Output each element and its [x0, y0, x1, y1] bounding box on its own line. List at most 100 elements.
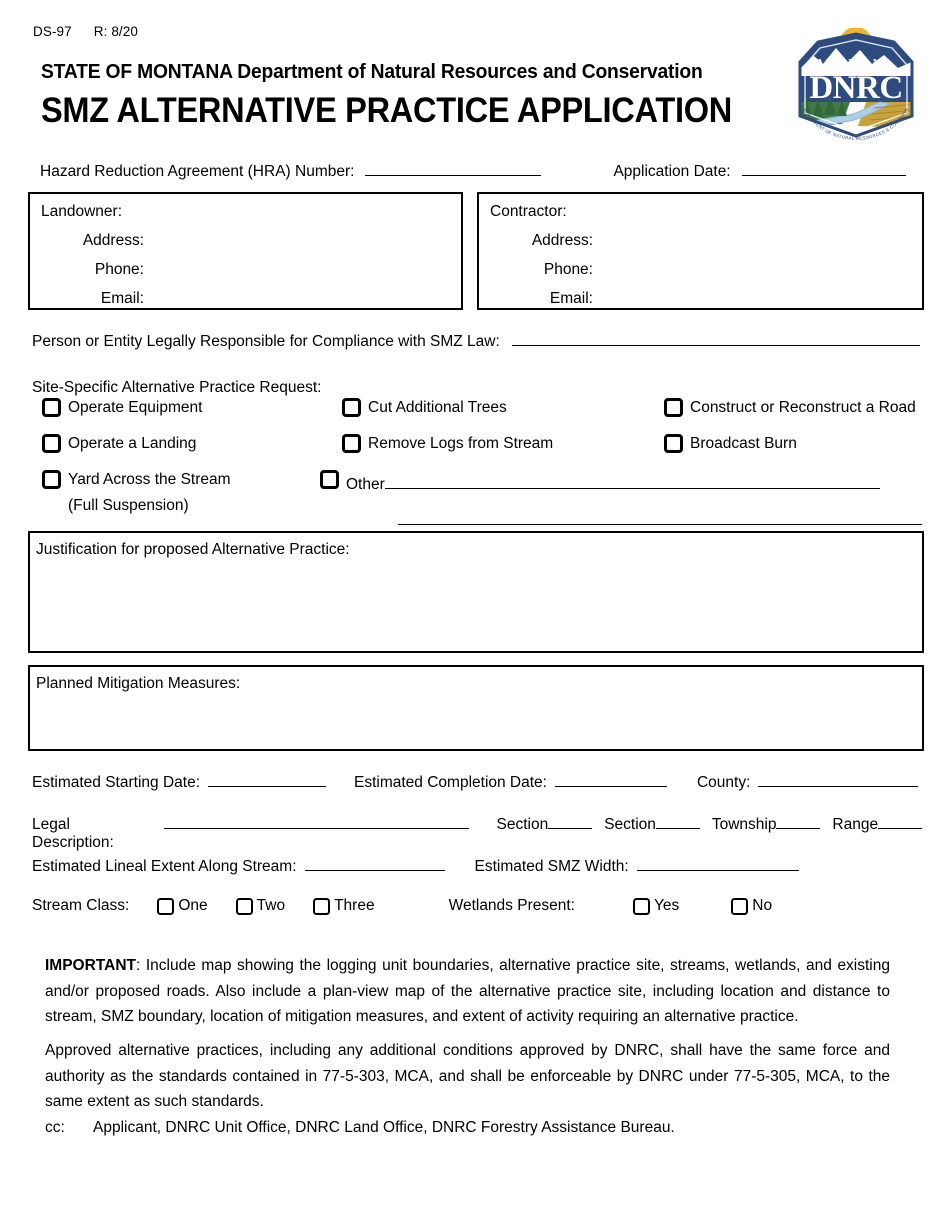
wetlands-option-yes[interactable]: Yes — [632, 897, 680, 915]
checkbox-operate-a-landing[interactable] — [42, 434, 61, 453]
extent-row: Estimated Lineal Extent Along Stream: Es… — [32, 855, 922, 876]
lineal-extent-label: Estimated Lineal Extent Along Stream: — [32, 857, 297, 875]
page-title: SMZ ALTERNATIVE PRACTICE APPLICATION — [41, 91, 732, 130]
county-input[interactable] — [758, 771, 919, 787]
practice-request-heading: Site-Specific Alternative Practice Reque… — [32, 379, 322, 396]
checkbox-stream-class-three[interactable] — [313, 897, 331, 915]
stream-class-option-two[interactable]: Two — [235, 897, 285, 915]
lineal-extent-input[interactable] — [304, 855, 445, 871]
application-date-input[interactable] — [741, 160, 906, 176]
start-date-input[interactable] — [208, 771, 326, 787]
yard-across-stream-subnote: (Full Suspension) — [68, 497, 189, 514]
option-operate-a-landing[interactable]: Operate a Landing — [42, 434, 342, 453]
landowner-box: Landowner: Address: Phone: Email: — [28, 192, 463, 310]
legal-description-input[interactable] — [163, 813, 469, 829]
hra-application-row: Hazard Reduction Agreement (HRA) Number:… — [40, 160, 912, 181]
stream-class-wetlands-row: Stream Class: One Two Three Wetlands Pre… — [32, 897, 912, 915]
option-construct-reconstruct-road[interactable]: Construct or Reconstruct a Road — [664, 398, 922, 417]
logo-state-text: MONTANA — [817, 56, 894, 71]
title-block: STATE OF MONTANA Department of Natural R… — [41, 60, 771, 131]
mitigation-label: Planned Mitigation Measures: — [36, 675, 241, 692]
contractor-name-row: Contractor: — [487, 203, 914, 232]
stream-class-option-three[interactable]: Three — [313, 897, 375, 915]
practice-request-options: Operate Equipment Cut Additional Trees C… — [42, 398, 922, 525]
checkbox-remove-logs-from-stream[interactable] — [342, 434, 361, 453]
contractor-phone-label: Phone: — [543, 261, 593, 278]
option-label: One — [178, 897, 208, 914]
township-input[interactable] — [776, 813, 821, 829]
checkbox-wetlands-no[interactable] — [731, 897, 749, 915]
cc-line: cc: Applicant, DNRC Unit Office, DNRC La… — [45, 1119, 675, 1137]
responsible-party-label: Person or Entity Legally Responsible for… — [32, 332, 500, 350]
other-input-2[interactable] — [398, 510, 922, 525]
checkbox-wetlands-yes[interactable] — [632, 897, 650, 915]
application-date-label: Application Date: — [613, 162, 731, 180]
checkbox-operate-equipment[interactable] — [42, 398, 61, 417]
option-label: Construct or Reconstruct a Road — [690, 398, 916, 416]
completion-date-input[interactable] — [554, 771, 667, 787]
option-other[interactable]: Other — [320, 470, 922, 530]
justification-box[interactable]: Justification for proposed Alternative P… — [28, 531, 924, 653]
section2-input[interactable] — [655, 813, 700, 829]
smz-width-input[interactable] — [636, 855, 799, 871]
stream-class-label: Stream Class: — [32, 897, 130, 914]
mitigation-box[interactable]: Planned Mitigation Measures: — [28, 665, 924, 751]
important-text: : Include map showing the logging unit b… — [45, 957, 890, 1025]
wetlands-label: Wetlands Present: — [448, 897, 575, 914]
other-line-2[interactable] — [398, 510, 922, 531]
landowner-label: Landowner: — [41, 203, 123, 220]
township-label: Township — [711, 815, 777, 833]
option-operate-equipment[interactable]: Operate Equipment — [42, 398, 342, 417]
responsible-party-row: Person or Entity Legally Responsible for… — [32, 330, 920, 351]
important-keyword: IMPORTANT — [45, 957, 136, 974]
range-input[interactable] — [878, 813, 923, 829]
cc-recipients: Applicant, DNRC Unit Office, DNRC Land O… — [93, 1119, 675, 1136]
checkbox-construct-reconstruct-road[interactable] — [664, 398, 683, 417]
option-cut-additional-trees[interactable]: Cut Additional Trees — [342, 398, 664, 417]
option-label: Operate Equipment — [68, 398, 203, 416]
wetlands-option-no[interactable]: No — [731, 897, 772, 915]
start-date-label: Estimated Starting Date: — [32, 773, 200, 791]
option-label: Cut Additional Trees — [368, 398, 507, 416]
section1-input[interactable] — [548, 813, 593, 829]
hra-number-input[interactable] — [365, 160, 542, 176]
checkbox-stream-class-one[interactable] — [157, 897, 175, 915]
responsible-party-input[interactable] — [511, 330, 920, 346]
option-yard-across-stream[interactable]: Yard Across the Stream (Full Suspension) — [42, 470, 320, 515]
dates-row: Estimated Starting Date: Estimated Compl… — [32, 771, 922, 792]
option-remove-logs-from-stream[interactable]: Remove Logs from Stream — [342, 434, 664, 453]
yard-across-stream-line[interactable]: Yard Across the Stream — [42, 470, 231, 489]
option-label: Broadcast Burn — [690, 434, 797, 452]
revision-code: R: 8/20 — [93, 24, 138, 39]
option-broadcast-burn[interactable]: Broadcast Burn — [664, 434, 922, 453]
legal-description-row: Legal Description: Section Section Towns… — [32, 813, 923, 852]
other-line-1[interactable]: Other — [320, 470, 880, 493]
contractor-address-row: Address: — [487, 232, 914, 261]
contractor-phone-row: Phone: — [487, 261, 914, 290]
agency-line: STATE OF MONTANA Department of Natural R… — [41, 60, 703, 83]
contractor-box: Contractor: Address: Phone: Email: — [477, 192, 924, 310]
checkbox-other[interactable] — [320, 470, 339, 489]
landowner-phone-row: Phone: — [38, 261, 453, 290]
dnrc-logo: MONTANA DNRC MT DEPARTMENT OF NATURAL RE… — [788, 24, 922, 142]
practice-options-row-2: Operate a Landing Remove Logs from Strea… — [42, 434, 922, 470]
dnrc-logo-svg: MONTANA DNRC MT DEPARTMENT OF NATURAL RE… — [788, 24, 914, 141]
practice-options-row-3: Yard Across the Stream (Full Suspension)… — [42, 470, 922, 525]
county-label: County: — [696, 773, 751, 791]
section1-label: Section — [496, 815, 549, 833]
completion-date-label: Estimated Completion Date: — [354, 773, 547, 791]
checkbox-stream-class-two[interactable] — [235, 897, 253, 915]
stream-class-option-one[interactable]: One — [157, 897, 208, 915]
landowner-email-label: Email: — [100, 290, 144, 307]
other-input[interactable] — [384, 474, 880, 489]
logo-acronym-text: DNRC — [809, 70, 902, 106]
checkbox-cut-additional-trees[interactable] — [342, 398, 361, 417]
option-label: No — [752, 897, 773, 914]
checkbox-yard-across-stream[interactable] — [42, 470, 61, 489]
contractor-label: Contractor: — [490, 203, 567, 220]
form-page: DS-97 R: 8/20 STATE OF MONTANA Department… — [0, 0, 950, 1230]
option-label: Yes — [653, 897, 680, 914]
contractor-email-label: Email: — [549, 290, 593, 307]
checkbox-broadcast-burn[interactable] — [664, 434, 683, 453]
landowner-phone-label: Phone: — [94, 261, 144, 278]
